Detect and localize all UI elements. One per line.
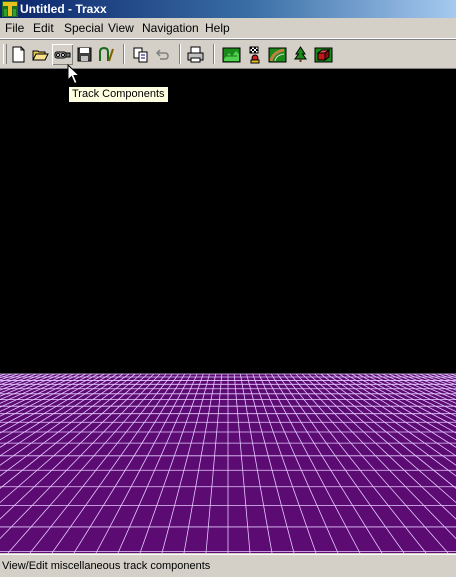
menu-edit[interactable]: Edit — [33, 21, 54, 35]
open-button[interactable] — [30, 44, 51, 65]
save-button[interactable] — [74, 44, 95, 65]
toolbar-separator — [179, 44, 181, 64]
title-bar[interactable]: Untitled - Traxx — [0, 0, 456, 18]
track-components-icon — [54, 51, 71, 59]
open-folder-icon — [32, 50, 49, 61]
menu-bar: File Edit Special View Navigation Help — [0, 18, 456, 39]
toolbar-separator — [213, 44, 215, 64]
building-icon — [314, 47, 333, 63]
ground-grid — [0, 373, 456, 553]
tree-button[interactable] — [290, 44, 311, 65]
toolbar-separator — [123, 44, 125, 64]
status-bar: View/Edit miscellaneous track components — [0, 554, 456, 577]
tree-icon — [294, 46, 307, 62]
status-text: View/Edit miscellaneous track components — [2, 560, 211, 572]
tooltip: Track Components — [68, 86, 169, 103]
menu-help[interactable]: Help — [205, 21, 230, 35]
traxx-logo-icon[interactable] — [2, 1, 18, 17]
undo-icon — [155, 49, 169, 60]
track-curve-icon — [99, 46, 114, 62]
menu-file[interactable]: File — [5, 21, 24, 35]
track-edit-button[interactable] — [96, 44, 117, 65]
new-document-icon — [12, 46, 25, 63]
terrain-icon — [222, 47, 241, 63]
race-button[interactable] — [244, 44, 265, 65]
track-components-button[interactable] — [52, 44, 73, 65]
race-flag-icon — [249, 46, 260, 64]
track-piece-icon — [268, 47, 287, 63]
mouse-pointer-icon — [67, 64, 81, 85]
toolbar-grip[interactable] — [3, 44, 7, 64]
building-button[interactable] — [313, 44, 334, 65]
menu-special[interactable]: Special — [64, 21, 103, 35]
new-button[interactable] — [8, 44, 29, 65]
undo-button[interactable] — [152, 44, 173, 65]
track-piece-button[interactable] — [267, 44, 288, 65]
save-disk-icon — [77, 47, 92, 62]
3d-viewport[interactable] — [0, 68, 456, 553]
print-button[interactable] — [185, 44, 206, 65]
menu-navigation[interactable]: Navigation — [142, 21, 199, 35]
menu-view[interactable]: View — [108, 21, 134, 35]
window-title: Untitled - Traxx — [20, 2, 107, 16]
print-icon — [187, 46, 204, 63]
copy-pages-icon — [133, 47, 148, 63]
copy-button[interactable] — [130, 44, 151, 65]
terrain-button[interactable] — [221, 44, 242, 65]
